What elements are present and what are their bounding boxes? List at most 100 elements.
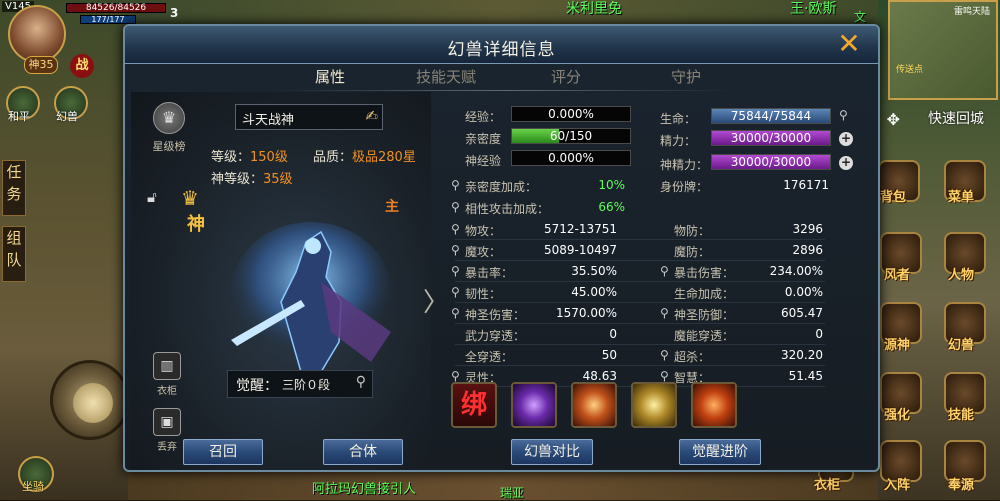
awaken-box[interactable]: 觉醒： 三阶０段 ⚲	[227, 370, 373, 398]
level-row: 等级：150级	[211, 146, 288, 165]
tab-guard[interactable]: 守护	[631, 66, 741, 87]
attr-left-value: 45.00%	[571, 285, 617, 299]
attr-search-icon[interactable]: ⚲	[451, 222, 460, 236]
skill-slot-gold-orb[interactable]	[631, 382, 677, 428]
tab-team[interactable]: 组队	[2, 226, 26, 282]
joystick-knob[interactable]	[73, 383, 113, 423]
attr-search-icon[interactable]: ⚲	[451, 264, 460, 278]
exp-label: 经验：	[465, 110, 502, 124]
awaken-label: 觉醒：	[236, 378, 278, 394]
rename-icon[interactable]: ✍	[365, 107, 378, 125]
skill-slot-flame-shield[interactable]	[691, 382, 737, 428]
discard-button[interactable]: ▣ 丢弃	[149, 408, 185, 453]
menu-label: 菜单	[948, 190, 975, 205]
wardrobe-label: 衣柜	[157, 386, 177, 397]
battle-badge[interactable]: 战	[70, 54, 94, 78]
attr-right-label: 生命加成：	[674, 287, 735, 301]
attr-right-label: 魔能穿透：	[674, 329, 735, 343]
tab-score[interactable]: 评分	[511, 66, 621, 87]
attr-search-icon[interactable]: ⚲	[451, 369, 460, 383]
attr-right-label: 魔防：	[674, 245, 711, 259]
pet-detail-dialog: 幻兽详细信息 ✕ 属性 技能天赋 评分 守护 ♛ 星级榜 斗天战神 ✍ 等级：1…	[123, 24, 880, 472]
tab-attributes[interactable]: 属性	[275, 66, 385, 87]
compare-button[interactable]: 幻兽对比	[511, 439, 593, 465]
quality-label: 品质：	[313, 150, 353, 165]
bottom-npc-name-2: 瑞亚	[500, 486, 525, 500]
row-divider	[455, 323, 825, 324]
attr-search-icon[interactable]: ⚲	[451, 306, 460, 320]
awaken-value: 三阶０段	[282, 378, 331, 392]
quick-return-icon[interactable]: ✥	[887, 110, 900, 129]
merge-button[interactable]: 合体	[323, 439, 403, 465]
pet-label: 幻兽	[56, 110, 78, 123]
affinity-bonus-search-icon[interactable]: ⚲	[451, 200, 460, 214]
attr-search-icon[interactable]: ⚲	[451, 243, 460, 257]
attr-search-icon[interactable]: ⚲	[660, 264, 669, 278]
affinity-bonus-label: 相性攻击加成：	[465, 202, 550, 216]
tab-task[interactable]: 任务	[2, 160, 26, 216]
recall-button[interactable]: 召回	[183, 439, 263, 465]
god-level-label: 神等级：	[211, 172, 264, 187]
tab-skill-talent[interactable]: 技能天赋	[391, 66, 501, 87]
awaken-advance-button[interactable]: 觉醒进阶	[679, 439, 761, 465]
star-rank-button[interactable]: ♛ 星级榜	[147, 102, 191, 162]
minimap-teleport-label: 传送点	[896, 65, 924, 75]
formation-label: 入阵	[884, 478, 911, 493]
pet-name-box[interactable]: 斗天战神 ✍	[235, 104, 383, 130]
minimap[interactable]: 雷鸣天陆 传送点	[888, 0, 998, 100]
quality-row: 品质：极品280星	[313, 146, 416, 165]
row-divider	[455, 302, 825, 303]
npc-name-1: 米利里免	[566, 1, 622, 17]
attr-left-value: 35.50%	[571, 264, 617, 278]
peace-mode-label: 和平	[8, 110, 30, 123]
search-icon[interactable]: ⚲	[356, 374, 366, 390]
level-value: 150级	[250, 150, 288, 165]
lock-icon[interactable]: 🔓︎	[147, 188, 157, 206]
exp-bar: 0.000%	[511, 106, 631, 122]
god-level-row: 神等级：35级	[211, 168, 293, 187]
attr-right-label: 神圣防御：	[674, 308, 735, 322]
wardrobe-button[interactable]: ▥ 衣柜	[149, 352, 185, 397]
energy-label: 精力：	[660, 134, 697, 148]
energy-plus-icon[interactable]: +	[839, 132, 853, 146]
mount-label: 坐骑	[22, 480, 44, 493]
wardrobe-hud-label: 衣柜	[814, 478, 841, 493]
attr-search-icon[interactable]: ⚲	[660, 348, 669, 362]
minimap-title: 雷鸣天陆	[953, 7, 990, 17]
hp-search-icon[interactable]: ⚲	[839, 108, 848, 122]
row-divider	[455, 281, 825, 282]
hp-value: 75844/75844	[730, 109, 812, 123]
player-level: 3	[170, 6, 179, 20]
attr-search-icon[interactable]: ⚲	[660, 369, 669, 383]
tab-underline	[275, 90, 735, 91]
row-divider	[455, 365, 825, 366]
skill-label: 技能	[948, 408, 975, 423]
character-label: 人物	[948, 268, 975, 283]
skill-slot-lightning[interactable]	[511, 382, 557, 428]
close-button[interactable]: ✕	[834, 30, 864, 60]
attr-left-value: 48.63	[582, 369, 617, 383]
exp-value: 0.000%	[548, 107, 594, 121]
player-avatar[interactable]	[8, 5, 66, 63]
dialog-header: 幻兽详细信息 ✕	[125, 26, 878, 64]
joystick[interactable]	[50, 360, 130, 440]
attr-right-label: 暴击伤害：	[674, 266, 735, 280]
skill-slot-fire-orb[interactable]	[571, 382, 617, 428]
attr-search-icon[interactable]: ⚲	[451, 285, 460, 299]
attr-search-icon[interactable]: ⚲	[660, 306, 669, 320]
godexp-value: 0.000%	[548, 151, 594, 165]
identity-value: 176171	[783, 178, 829, 192]
intimacy-bonus-value: 10%	[598, 178, 625, 192]
trash-icon: ▣	[153, 408, 181, 436]
god-char-icon: 神	[187, 214, 205, 235]
quick-return-button[interactable]: 快速回城	[928, 108, 984, 128]
skill-slot-bind[interactable]: 绑	[451, 382, 497, 428]
wind-label: 风者	[884, 268, 911, 283]
row-divider	[455, 239, 825, 240]
spirit-plus-icon[interactable]: +	[839, 156, 853, 170]
chevron-right-icon[interactable]: 〉	[423, 282, 449, 319]
intimacy-bonus-search-icon[interactable]: ⚲	[451, 178, 460, 192]
bottom-npc-name: 阿拉玛幻兽接引人	[312, 482, 417, 497]
beast-figure	[231, 222, 391, 373]
attr-right-value: 3296	[792, 222, 823, 236]
